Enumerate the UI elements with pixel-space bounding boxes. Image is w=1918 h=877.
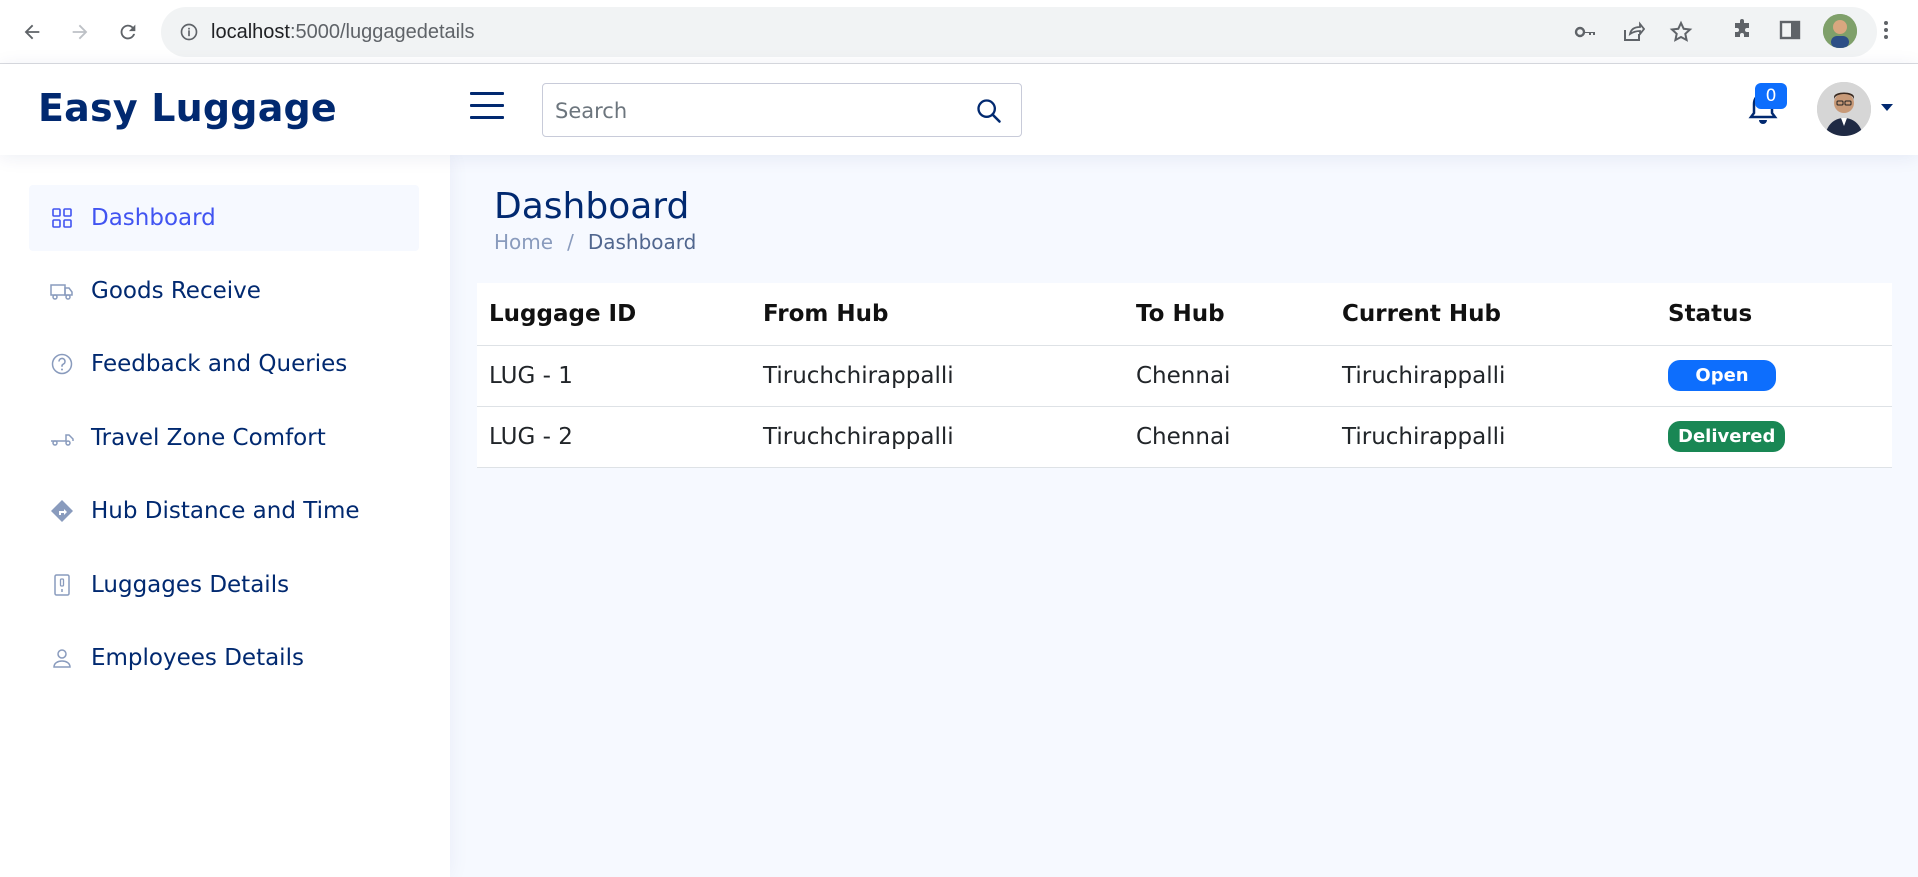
- sidebar-item-dashboard[interactable]: Dashboard: [29, 185, 419, 251]
- luggage-id-cell: LUG - 1: [477, 345, 751, 407]
- extensions-button[interactable]: [1728, 16, 1756, 44]
- forward-arrow-icon: [72, 24, 88, 40]
- reload-icon: [120, 24, 136, 40]
- sidebar-item-feedback-and-queries[interactable]: Feedback and Queries: [29, 331, 419, 397]
- back-arrow-icon: [24, 24, 40, 40]
- sidebar-item-label: Hub Distance and Time: [91, 498, 360, 524]
- luggage-icon: [54, 574, 70, 596]
- status-badge: Delivered: [1668, 421, 1786, 452]
- browser-profile-avatar[interactable]: [1823, 14, 1857, 48]
- question-circle-icon: [51, 353, 73, 375]
- search-icon[interactable]: [975, 97, 1003, 125]
- sidebar-item-label: Luggages Details: [91, 572, 290, 598]
- column-header: Status: [1656, 283, 1892, 346]
- current-hub-cell: Tiruchirappalli: [1330, 345, 1656, 407]
- status-badge: Open: [1668, 360, 1776, 391]
- sidebar-item-label: Feedback and Queries: [91, 351, 348, 377]
- search-form: [542, 83, 1022, 137]
- person-icon: [53, 649, 71, 668]
- grid-icon: [52, 208, 72, 228]
- breadcrumb-current: Dashboard: [587, 230, 697, 254]
- share-icon[interactable]: [1621, 20, 1645, 44]
- sign-turn-right-icon: [51, 500, 73, 522]
- sidebar-item-label: Travel Zone Comfort: [91, 425, 326, 451]
- sidebar-item-label: Employees Details: [91, 645, 304, 671]
- sidebar-item-luggages-details[interactable]: Luggages Details: [29, 552, 419, 618]
- table-row: LUG - 2 Tiruchchirappalli Chennai Tiruch…: [477, 406, 1892, 468]
- hamburger-line-icon: [470, 104, 504, 107]
- side-panel-button[interactable]: [1776, 16, 1804, 44]
- column-header: Current Hub: [1330, 283, 1656, 346]
- notification-badge: 0: [1755, 83, 1787, 109]
- column-header: Luggage ID: [477, 283, 751, 346]
- browser-toolbar: localhost:5000/luggagedetails: [0, 0, 1918, 64]
- forward-button[interactable]: [64, 16, 96, 48]
- sidebar-item-hub-distance-and-time[interactable]: Hub Distance and Time: [29, 478, 419, 544]
- info-icon[interactable]: [179, 22, 199, 42]
- avatar[interactable]: [1817, 82, 1871, 136]
- page-title: Dashboard: [494, 186, 690, 227]
- current-hub-cell: Tiruchirappalli: [1330, 406, 1656, 468]
- breadcrumb-separator: /: [567, 230, 574, 254]
- status-cell: Delivered: [1656, 406, 1892, 468]
- browser-menu-button[interactable]: [1872, 16, 1900, 44]
- sidebar-item-goods-receive[interactable]: Goods Receive: [29, 258, 419, 324]
- reload-button[interactable]: [112, 16, 144, 48]
- sidebar: Dashboard Goods Receive Feedback and Que…: [0, 155, 450, 877]
- side-panel-icon: [1779, 20, 1801, 40]
- breadcrumb-home-link[interactable]: Home: [494, 230, 553, 254]
- to-hub-cell: Chennai: [1124, 406, 1330, 468]
- from-hub-cell: Tiruchchirappalli: [751, 406, 1124, 468]
- kebab-menu-icon: [1884, 21, 1888, 39]
- luggage-table-card: Luggage ID From Hub To Hub Current Hub S…: [477, 283, 1892, 468]
- app-header: Easy Luggage 0: [0, 64, 1918, 155]
- search-input[interactable]: [555, 96, 955, 126]
- table-row: LUG - 1 Tiruchchirappalli Chennai Tiruch…: [477, 345, 1892, 407]
- status-cell: Open: [1656, 345, 1892, 407]
- luggage-table: Luggage ID From Hub To Hub Current Hub S…: [477, 283, 1892, 468]
- sidebar-item-label: Goods Receive: [91, 278, 261, 304]
- sidebar-item-travel-zone-comfort[interactable]: Travel Zone Comfort: [29, 405, 419, 471]
- hamburger-line-icon: [470, 92, 504, 95]
- profile-photo-icon: [1823, 14, 1857, 48]
- back-button[interactable]: [16, 16, 48, 48]
- breadcrumb: Home / Dashboard: [494, 230, 696, 254]
- puzzle-icon: [1735, 19, 1749, 37]
- app-logo[interactable]: Easy Luggage: [38, 86, 337, 130]
- to-hub-cell: Chennai: [1124, 345, 1330, 407]
- sidebar-item-employees-details[interactable]: Employees Details: [29, 625, 419, 691]
- truck-icon: [50, 284, 73, 300]
- address-bar[interactable]: localhost:5000/luggagedetails: [161, 7, 1877, 57]
- truck-flatbed-icon: [51, 434, 74, 446]
- from-hub-cell: Tiruchchirappalli: [751, 345, 1124, 407]
- url-text[interactable]: localhost:5000/luggagedetails: [211, 21, 475, 44]
- user-photo-icon: [1817, 82, 1871, 136]
- sidebar-item-label: Dashboard: [91, 205, 216, 231]
- sidebar-toggle-button[interactable]: [470, 92, 506, 124]
- column-header: From Hub: [751, 283, 1124, 346]
- table-header-row: Luggage ID From Hub To Hub Current Hub S…: [477, 283, 1892, 346]
- caret-down-icon[interactable]: [1881, 104, 1893, 111]
- luggage-id-cell: LUG - 2: [477, 406, 751, 468]
- key-icon[interactable]: [1573, 20, 1597, 44]
- column-header: To Hub: [1124, 283, 1330, 346]
- star-icon[interactable]: [1669, 20, 1693, 44]
- hamburger-line-icon: [470, 116, 504, 119]
